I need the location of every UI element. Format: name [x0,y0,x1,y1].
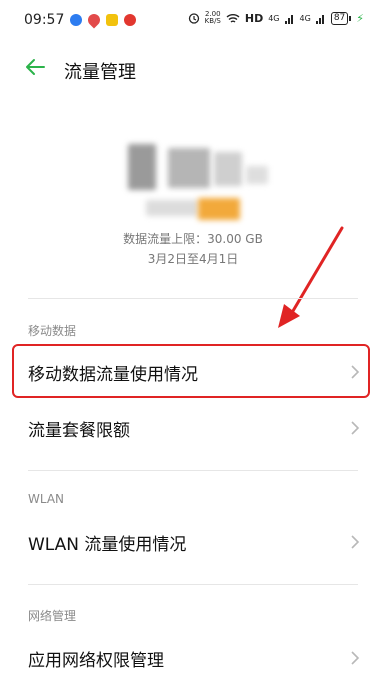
wifi-icon [226,13,240,23]
hd-indicator: HD [244,11,264,25]
divider [28,584,358,585]
signal-icon-2 [315,14,324,24]
list-item-label: 流量套餐限额 [28,421,130,441]
list-item-label: 应用网络权限管理 [28,651,164,671]
net-speed-unit: KB/S [204,17,221,25]
net-speed: 2.00 KB/S [205,11,221,25]
location-pin-icon [85,11,103,29]
divider [28,298,358,299]
usage-amount-blurred-3 [214,152,242,186]
annotation-arrow [278,226,344,328]
app-header: 流量管理 [0,50,386,90]
app-notification-icon [70,14,82,26]
status-indicators: 2.00 KB/S HD 4G 4G 87 ⚡ [188,11,364,25]
status-bar: 09:57 2.00 KB/S HD 4G 4G 87 ⚡ [0,0,386,40]
usage-progress-blurred [146,200,198,216]
divider [28,470,358,471]
highlight-box [12,344,370,398]
list-item-app-network-permissions[interactable]: 应用网络权限管理 [0,630,386,686]
list-item-wlan-usage[interactable]: WLAN 流量使用情况 [0,514,386,570]
signal-icon [284,14,293,24]
alarm-icon [188,13,199,24]
chevron-right-icon [351,421,360,435]
page-title: 流量管理 [64,62,136,83]
status-time: 09:57 [24,12,65,28]
back-arrow-icon[interactable] [22,54,48,80]
battery-icon: 87 [330,11,349,25]
usage-progress-fill [198,198,240,220]
chevron-right-icon [351,651,360,665]
message-app-icon [106,14,118,26]
usage-amount-blurred-2 [168,148,210,188]
signal-label-2: 4G [299,13,311,23]
section-label-wlan: WLAN [28,492,65,506]
signal-label-1: 4G [268,13,280,23]
battery-tip [349,15,352,21]
list-item-label: WLAN 流量使用情况 [28,535,187,555]
section-label-network: 网络管理 [28,609,77,623]
charging-icon: ⚡ [356,11,364,25]
chevron-right-icon [351,535,360,549]
weibo-icon [124,14,136,26]
list-item-data-plan-limit[interactable]: 流量套餐限额 [0,400,386,456]
section-label-mobile-data: 移动数据 [28,324,77,338]
usage-amount-blurred-4 [246,166,268,184]
usage-amount-blurred [128,144,156,190]
